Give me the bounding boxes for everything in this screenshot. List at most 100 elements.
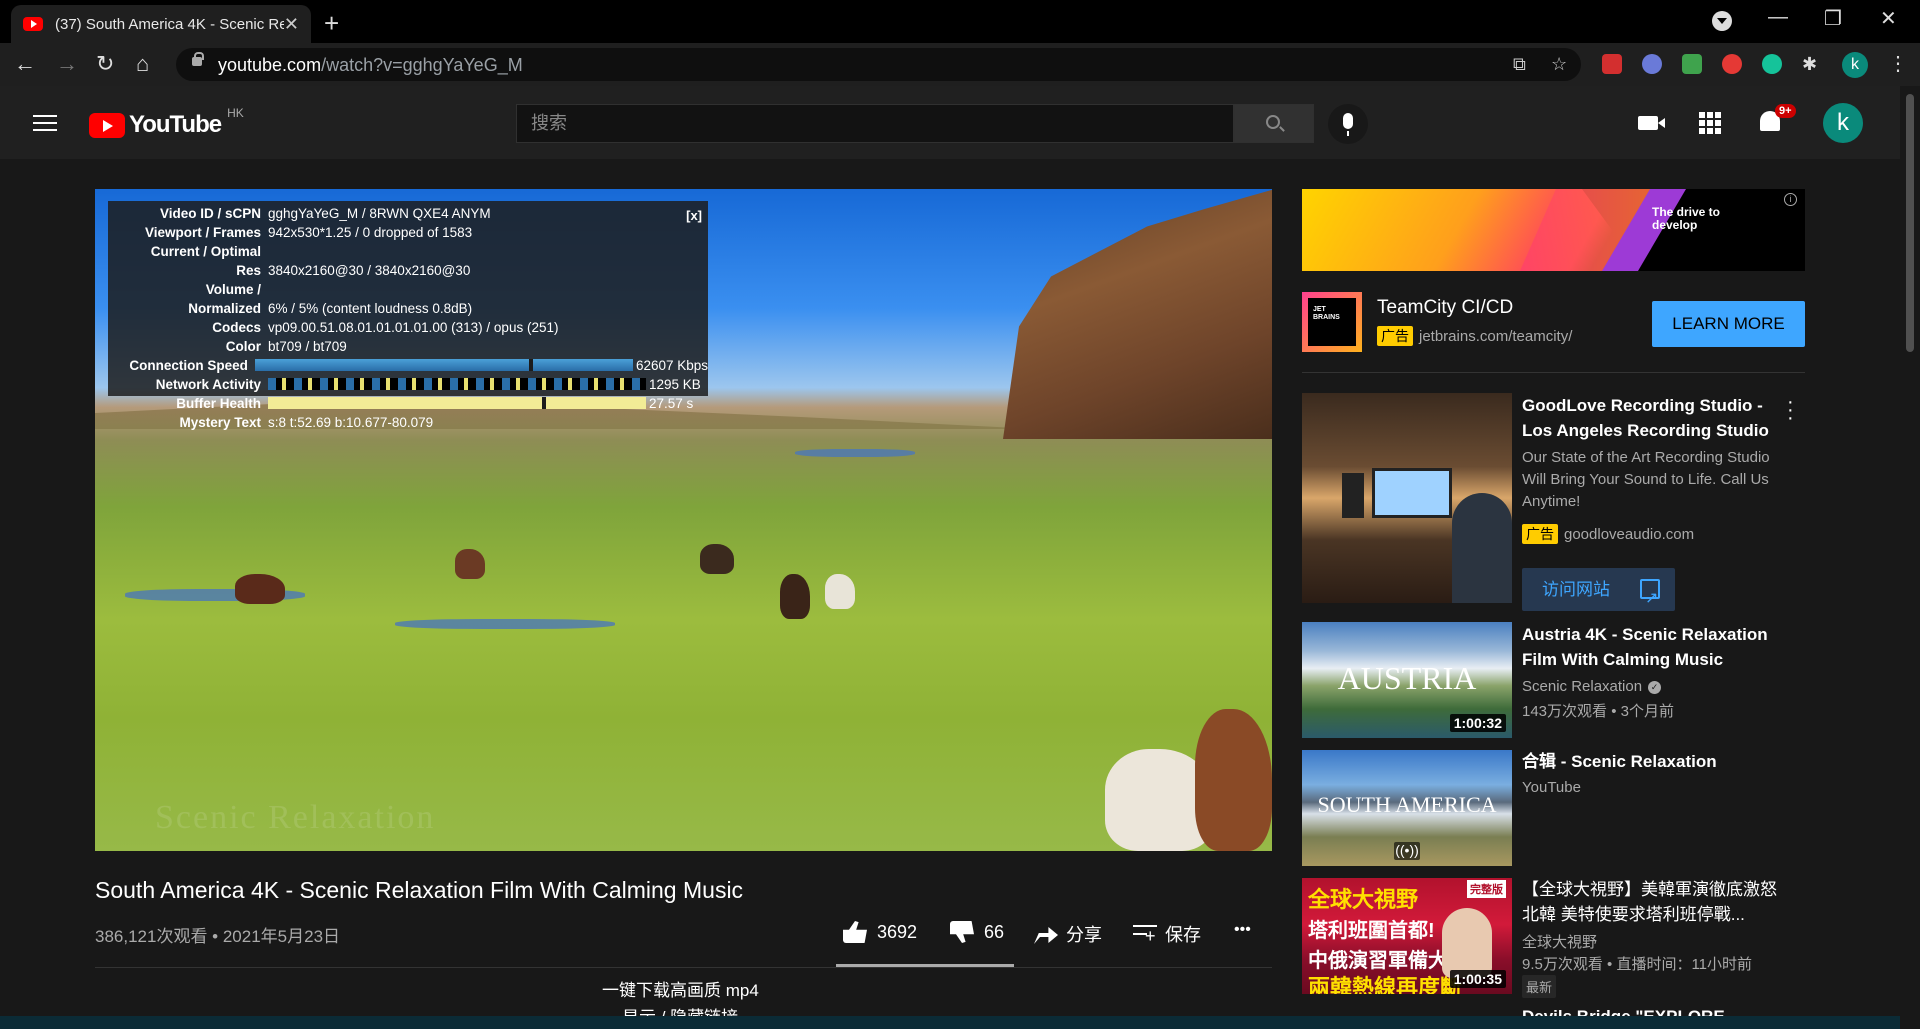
jetbrains-logo-text: JET BRAINS — [1308, 298, 1356, 346]
new-badge: 最新 — [1522, 975, 1557, 998]
browser-profile-avatar[interactable]: k — [1842, 52, 1868, 78]
dislike-button[interactable]: 66 — [950, 921, 1004, 943]
minimize-icon[interactable]: — — [1768, 6, 1788, 29]
llama — [235, 574, 285, 604]
video-view-date: 386,121次观看 • 2021年5月23日 — [95, 927, 341, 946]
channel-name[interactable]: YouTube — [1522, 779, 1581, 796]
llama — [700, 544, 734, 574]
thumbnail-text: AUSTRIA — [1337, 660, 1477, 696]
divider — [95, 967, 1272, 968]
search-button[interactable] — [1234, 104, 1314, 143]
youtube-play-logo-icon — [89, 112, 125, 138]
divider — [1302, 372, 1805, 373]
external-link-icon — [1640, 577, 1660, 620]
extension-icon-1[interactable] — [1602, 54, 1622, 74]
stat-value: bt709 / bt709 — [268, 339, 347, 354]
thumbs-up-icon — [843, 921, 867, 943]
scrollbar-thumb[interactable] — [1906, 94, 1914, 352]
new-tab-icon[interactable]: + — [324, 8, 339, 39]
address-bar[interactable]: youtube.com/watch?v=gghgYaYeG_M ⧉ ☆ — [176, 48, 1581, 81]
ad-banner[interactable]: The drive to develop i — [1302, 189, 1805, 271]
grammarly-icon[interactable] — [1762, 54, 1782, 74]
visit-site-button[interactable]: 访问网站 — [1522, 568, 1675, 620]
video-title[interactable]: 【全球大視野】美韓軍演徹底激怒北韓 美特使要求塔利班停戰... — [1522, 877, 1790, 927]
ad-menu-icon[interactable]: · · · — [1787, 392, 1794, 428]
ad-info-icon[interactable]: i — [1784, 193, 1797, 206]
stat-value: 27.57 s — [649, 396, 694, 411]
stat-label: Res — [236, 263, 261, 278]
scene-cliff — [1003, 189, 1272, 439]
more-actions-icon[interactable]: ••• — [1234, 921, 1251, 939]
like-button[interactable]: 3692 — [843, 921, 917, 943]
apps-grid-icon[interactable] — [1699, 112, 1721, 134]
learn-more-button[interactable]: LEARN MORE — [1652, 301, 1805, 347]
back-icon[interactable]: ← — [14, 51, 36, 77]
create-video-icon[interactable] — [1638, 116, 1665, 130]
scene-water — [795, 449, 915, 457]
video-thumbnail[interactable]: AUSTRIA 1:00:32 — [1302, 622, 1512, 738]
video-thumbnail[interactable]: 全球大視野 完整版 塔利班圍首都! 中俄演習軍備大秀 兩韓熱線再度斷 1:00:… — [1302, 878, 1512, 994]
restore-icon[interactable]: ❐ — [1824, 6, 1842, 31]
home-icon[interactable]: ⌂ — [136, 51, 149, 77]
lock-icon[interactable] — [192, 52, 204, 66]
extension-off-icon[interactable] — [1682, 54, 1702, 74]
scene-water — [395, 619, 615, 629]
download-mp4-link[interactable]: 一键下载高画质 mp4 — [602, 976, 759, 1001]
network-activity-graph — [268, 378, 646, 390]
extension-icon-4[interactable] — [1722, 54, 1742, 74]
person — [1452, 493, 1512, 603]
stat-label: Buffer Health — [176, 396, 261, 411]
ad-url: jetbrains.com/teamcity/ — [1419, 327, 1573, 345]
search-box[interactable] — [516, 104, 1234, 143]
ad-title[interactable]: TeamCity CI/CD — [1377, 297, 1513, 319]
llama — [455, 549, 485, 579]
playlist-add-icon — [1133, 925, 1157, 943]
dislike-count: 66 — [984, 921, 1005, 942]
youtube-logo[interactable]: YouTube HK — [89, 106, 244, 139]
ad-badge: 广告 — [1377, 326, 1413, 346]
save-button[interactable]: 保存 — [1133, 921, 1201, 947]
open-in-icon[interactable]: ⧉ — [1513, 54, 1526, 75]
mix-radio-icon: ((•)) — [1394, 842, 1420, 860]
logo-text: YouTube — [129, 111, 222, 138]
youtube-favicon-icon — [23, 17, 43, 31]
stats-close-button[interactable]: [x] — [686, 206, 702, 225]
video-title[interactable]: 合辑 - Scenic Relaxation — [1522, 749, 1790, 774]
extension-icon-2[interactable] — [1642, 54, 1662, 74]
reload-icon[interactable]: ↻ — [96, 51, 114, 77]
search-input[interactable] — [517, 105, 1233, 142]
ad-video-title[interactable]: GoodLove Recording Studio - Los Angeles … — [1522, 393, 1790, 443]
user-avatar[interactable]: k — [1823, 103, 1863, 143]
forward-icon[interactable]: → — [56, 51, 78, 77]
stat-label: Normalized — [188, 301, 261, 316]
url-text[interactable]: youtube.com/watch?v=gghgYaYeG_M — [218, 55, 523, 76]
mix-thumbnail[interactable]: SOUTH AMERICA ((•)) — [1302, 750, 1512, 866]
extensions-puzzle-icon[interactable]: ✱ — [1802, 54, 1822, 74]
tab-title: (37) South America 4K - Scenic Relaxatio… — [55, 15, 284, 33]
stat-label: Color — [225, 339, 261, 354]
browser-tab[interactable]: (37) South America 4K - Scenic Relaxatio… — [11, 5, 311, 43]
stat-value: 6% / 5% (content loudness 0.8dB) — [268, 301, 473, 316]
banner-text: The drive to develop — [1652, 205, 1721, 232]
thumbnail-text: 塔利班圍首都! — [1308, 920, 1435, 942]
video-stats: 143万次观看 • 3个月前 — [1522, 703, 1674, 720]
region-code: HK — [227, 106, 244, 120]
ad-url-row: 广告 goodloveaudio.com — [1522, 524, 1694, 544]
share-button[interactable]: 分享 — [1034, 921, 1102, 947]
voice-search-mic-icon[interactable] — [1328, 104, 1368, 144]
llama — [825, 574, 855, 609]
ad-thumbnail[interactable] — [1302, 393, 1512, 603]
channel-name[interactable]: 全球大視野 — [1522, 931, 1597, 952]
browser-menu-icon[interactable]: ⋮ — [1888, 51, 1908, 76]
close-window-icon[interactable]: ✕ — [1880, 6, 1897, 31]
verified-check-icon: ✓ — [1648, 680, 1662, 694]
jetbrains-logo[interactable]: JET BRAINS — [1302, 292, 1362, 352]
bookmark-star-icon[interactable]: ☆ — [1551, 54, 1567, 75]
hamburger-menu-icon[interactable] — [33, 115, 57, 131]
tab-search-icon[interactable] — [1712, 11, 1732, 31]
channel-name[interactable]: Scenic Relaxation ✓ — [1522, 678, 1662, 695]
video-title[interactable]: Austria 4K - Scenic Relaxation Film With… — [1522, 622, 1790, 672]
video-player[interactable]: Scenic Relaxation [x] Video ID / sCPN ggh… — [95, 189, 1272, 851]
tab-close-icon[interactable]: ✕ — [284, 14, 299, 35]
thumbnail-text: 兩韓熱線再度斷 — [1308, 975, 1463, 994]
